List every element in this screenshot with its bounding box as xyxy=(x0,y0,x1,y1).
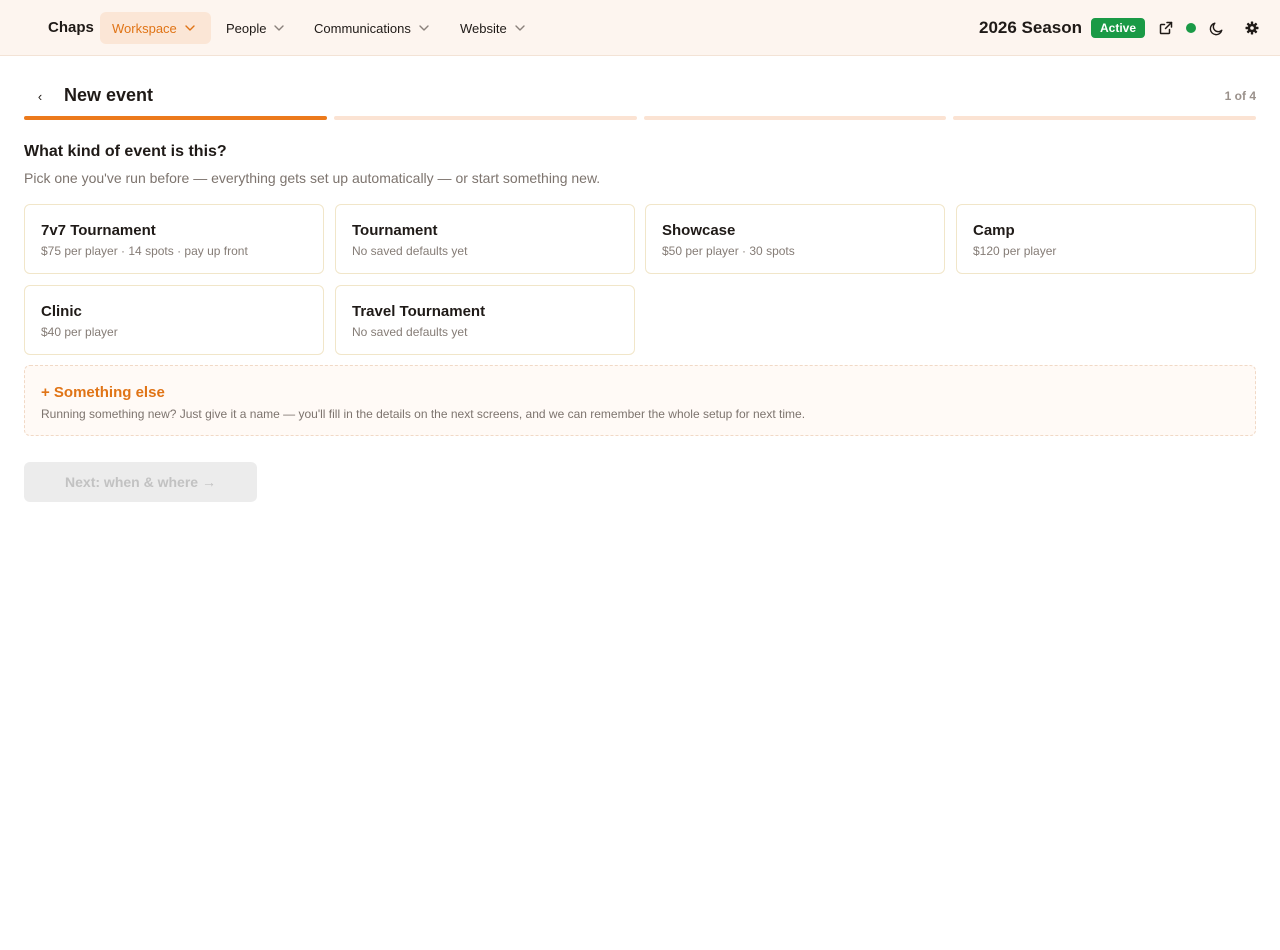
step-counter: 1 of 4 xyxy=(1224,89,1256,103)
next-button[interactable]: Next: when & where → xyxy=(24,462,257,502)
event-template-subtitle: $40 per player xyxy=(41,325,118,339)
nav-communications[interactable]: Communications xyxy=(302,12,443,44)
nav-website-label: Website xyxy=(460,20,507,36)
something-else-title: + Something else xyxy=(41,384,165,401)
something-else-description: Running something new? Just give it a na… xyxy=(41,407,806,421)
online-status-dot xyxy=(1186,23,1196,33)
gear-icon[interactable] xyxy=(1242,18,1262,38)
nav-workspace[interactable]: Workspace xyxy=(100,12,211,44)
nav-communications-label: Communications xyxy=(314,20,411,36)
event-template-card[interactable]: Clinic $40 per player xyxy=(24,285,324,355)
nav-people[interactable]: People xyxy=(214,12,298,44)
progress-step-4 xyxy=(953,116,1256,120)
event-template-title: Tournament xyxy=(352,222,438,239)
event-template-card[interactable]: 7v7 Tournament $75 per player · 14 spots… xyxy=(24,204,324,274)
event-template-title: Camp xyxy=(973,222,1015,239)
back-button[interactable]: ‹ xyxy=(28,85,52,107)
event-template-subtitle: $50 per player · 30 spots xyxy=(662,244,795,258)
event-template-card[interactable]: Travel Tournament No saved defaults yet xyxy=(335,285,635,355)
chevron-down-icon xyxy=(513,21,527,35)
section-question: What kind of event is this? xyxy=(24,143,227,160)
chevron-down-icon xyxy=(417,21,431,35)
brand-name[interactable]: Chaps xyxy=(48,19,94,36)
event-template-title: Clinic xyxy=(41,303,82,320)
event-template-card[interactable]: Tournament No saved defaults yet xyxy=(335,204,635,274)
progress-step-2 xyxy=(333,116,637,120)
external-link-icon[interactable] xyxy=(1156,18,1176,38)
progress-step-3 xyxy=(643,116,947,120)
nav-workspace-label: Workspace xyxy=(112,20,177,36)
chevron-down-icon xyxy=(272,21,286,35)
section-hint: Pick one you've run before — everything … xyxy=(24,170,601,186)
event-template-subtitle: No saved defaults yet xyxy=(352,325,468,339)
season-title[interactable]: 2026 Season xyxy=(979,18,1082,38)
step-progress xyxy=(24,116,1256,120)
page-title: New event xyxy=(64,85,154,105)
event-template-title: Travel Tournament xyxy=(352,303,486,320)
chevron-down-icon xyxy=(183,21,197,35)
something-else-card[interactable]: + Something else Running something new? … xyxy=(24,365,1256,436)
event-template-card[interactable]: Camp $120 per player xyxy=(956,204,1256,274)
nav-people-label: People xyxy=(226,20,267,36)
event-template-subtitle: No saved defaults yet xyxy=(352,244,468,258)
season-status-badge: Active xyxy=(1091,18,1146,38)
event-template-title: 7v7 Tournament xyxy=(41,222,156,239)
event-template-subtitle: $75 per player · 14 spots · pay up front xyxy=(41,244,248,258)
progress-step-1 xyxy=(24,116,327,120)
event-template-card[interactable]: Showcase $50 per player · 30 spots xyxy=(645,204,945,274)
event-template-title: Showcase xyxy=(662,222,736,239)
event-template-subtitle: $120 per player xyxy=(973,244,1057,258)
top-nav-bar: Chaps Workspace People Communications We… xyxy=(0,0,1280,56)
nav-website[interactable]: Website xyxy=(448,12,539,44)
moon-icon[interactable] xyxy=(1206,18,1226,38)
